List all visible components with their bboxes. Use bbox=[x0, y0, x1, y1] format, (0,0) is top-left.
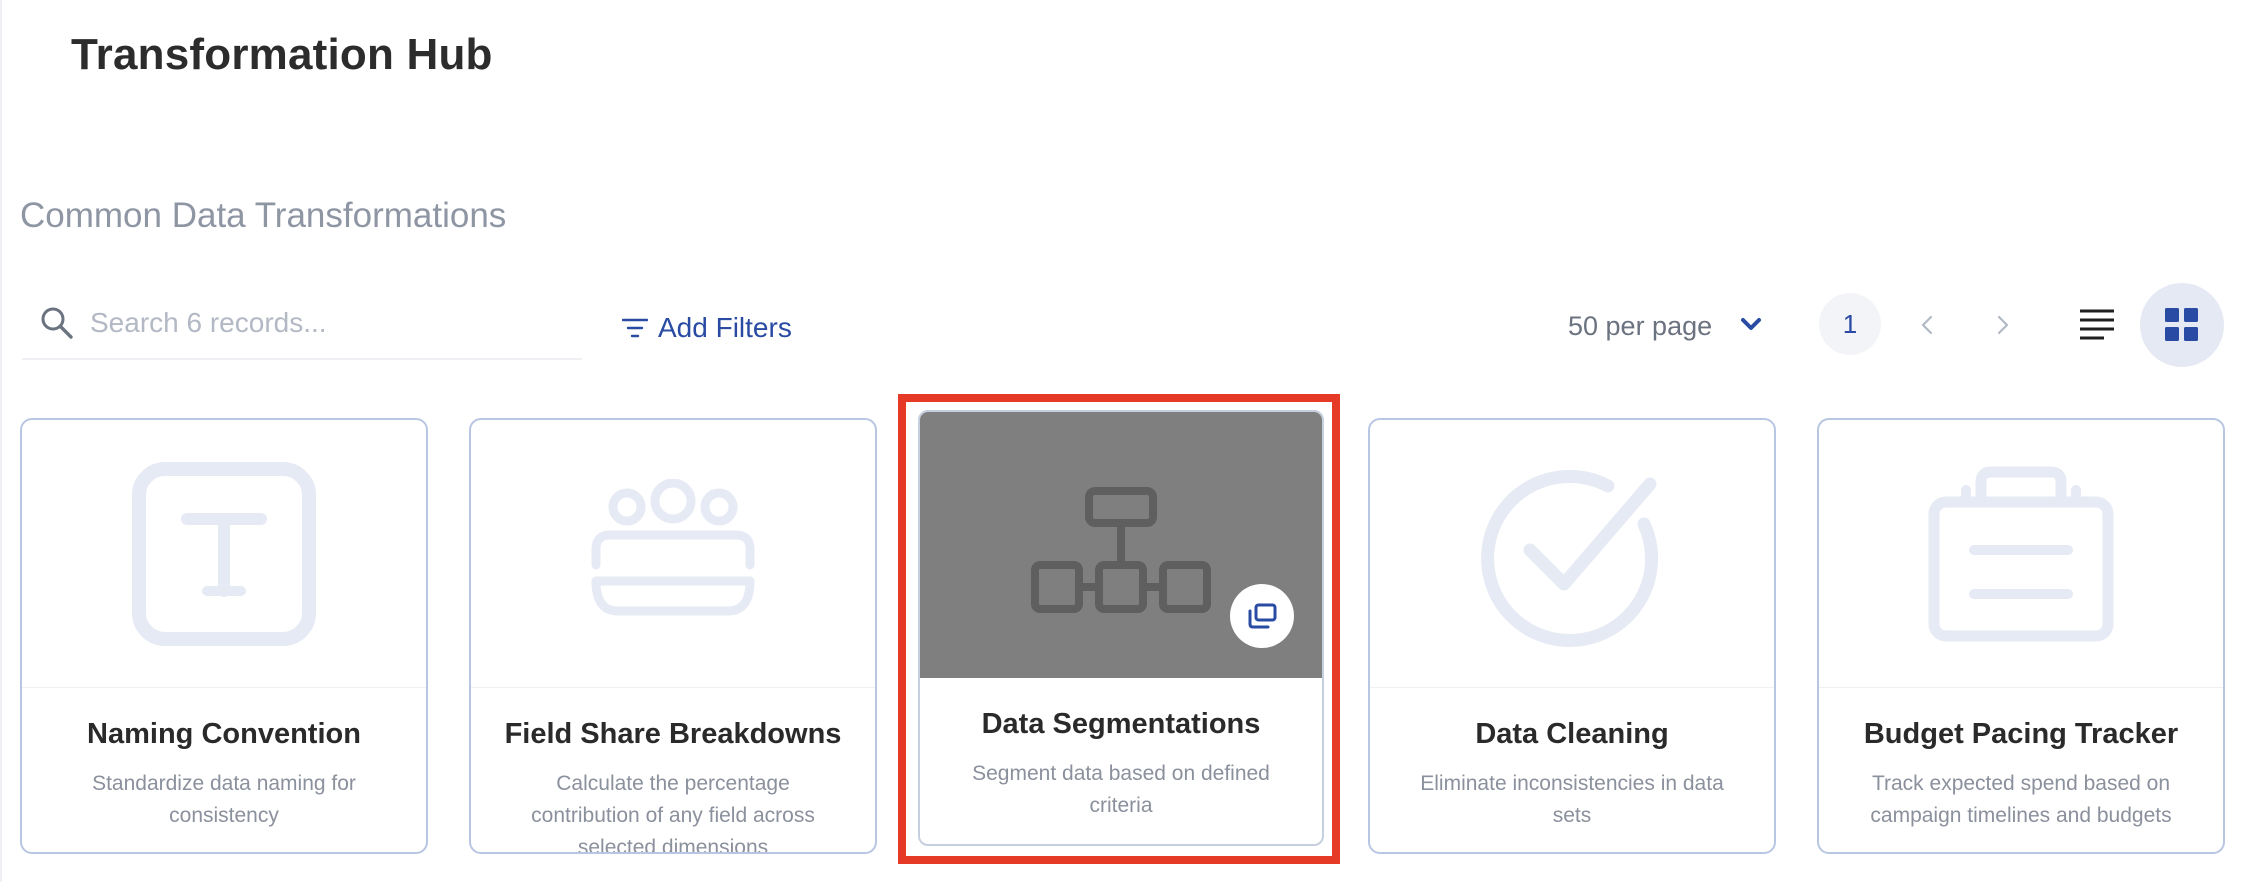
card-thumbnail bbox=[1819, 420, 2223, 688]
card-title: Data Cleaning bbox=[1475, 718, 1669, 750]
card-description: Track expected spend based on campaign t… bbox=[1870, 772, 2172, 827]
card-title: Field Share Breakdowns bbox=[504, 718, 842, 750]
previous-page-icon[interactable] bbox=[1914, 310, 1940, 340]
next-page-icon[interactable] bbox=[1990, 310, 2016, 340]
card-thumbnail bbox=[1370, 420, 1774, 688]
card-title: Budget Pacing Tracker bbox=[1863, 718, 2179, 750]
hierarchy-icon bbox=[1031, 487, 1211, 613]
filter-icon bbox=[622, 318, 648, 338]
transformation-card-budget-pacing-tracker[interactable]: Budget Pacing Tracker Track expected spe… bbox=[1817, 418, 2225, 854]
page-title: Transformation Hub bbox=[71, 30, 493, 79]
left-border bbox=[0, 0, 2, 882]
search-bar bbox=[22, 294, 582, 360]
transformation-card-data-segmentations[interactable]: Data Segmentations Segment data based on… bbox=[918, 410, 1324, 846]
per-page-label: 50 per page bbox=[1568, 310, 1713, 341]
open-copy-icon bbox=[1248, 603, 1277, 629]
search-icon bbox=[41, 307, 73, 339]
add-filters-button[interactable]: Add Filters bbox=[622, 308, 792, 348]
briefcase-icon bbox=[1928, 466, 2114, 641]
card-thumbnail bbox=[22, 420, 426, 688]
grid-view-icon bbox=[2165, 308, 2198, 341]
card-thumbnail bbox=[920, 412, 1322, 678]
page-number-button[interactable]: 1 bbox=[1819, 293, 1881, 355]
card-description: Segment data based on defined criteria bbox=[972, 762, 1270, 817]
grid-view-button[interactable] bbox=[2140, 283, 2224, 367]
card-title: Data Segmentations bbox=[981, 708, 1261, 740]
card-description: Standardize data naming for consistency bbox=[92, 772, 356, 827]
open-in-new-button[interactable] bbox=[1230, 584, 1294, 648]
card-thumbnail bbox=[471, 420, 875, 688]
section-title: Common Data Transformations bbox=[20, 196, 507, 235]
search-input[interactable] bbox=[90, 300, 570, 346]
text-format-icon bbox=[132, 461, 316, 646]
transformation-card-naming-convention[interactable]: Naming Convention Standardize data namin… bbox=[20, 418, 428, 854]
per-page-select[interactable]: 50 per page bbox=[1568, 306, 1712, 346]
card-description: Eliminate inconsistencies in data sets bbox=[1420, 772, 1724, 827]
check-circle-icon bbox=[1481, 469, 1659, 647]
users-group-icon bbox=[591, 478, 755, 615]
card-title: Naming Convention bbox=[87, 718, 361, 750]
transformation-card-data-cleaning[interactable]: Data Cleaning Eliminate inconsistencies … bbox=[1368, 418, 1776, 854]
chevron-down-icon[interactable] bbox=[1740, 316, 1762, 334]
add-filters-label: Add Filters bbox=[658, 312, 792, 343]
card-description: Calculate the percentage contribution of… bbox=[531, 772, 815, 854]
list-view-icon[interactable] bbox=[2078, 306, 2116, 344]
transformation-card-field-share-breakdowns[interactable]: Field Share Breakdowns Calculate the per… bbox=[469, 418, 877, 854]
